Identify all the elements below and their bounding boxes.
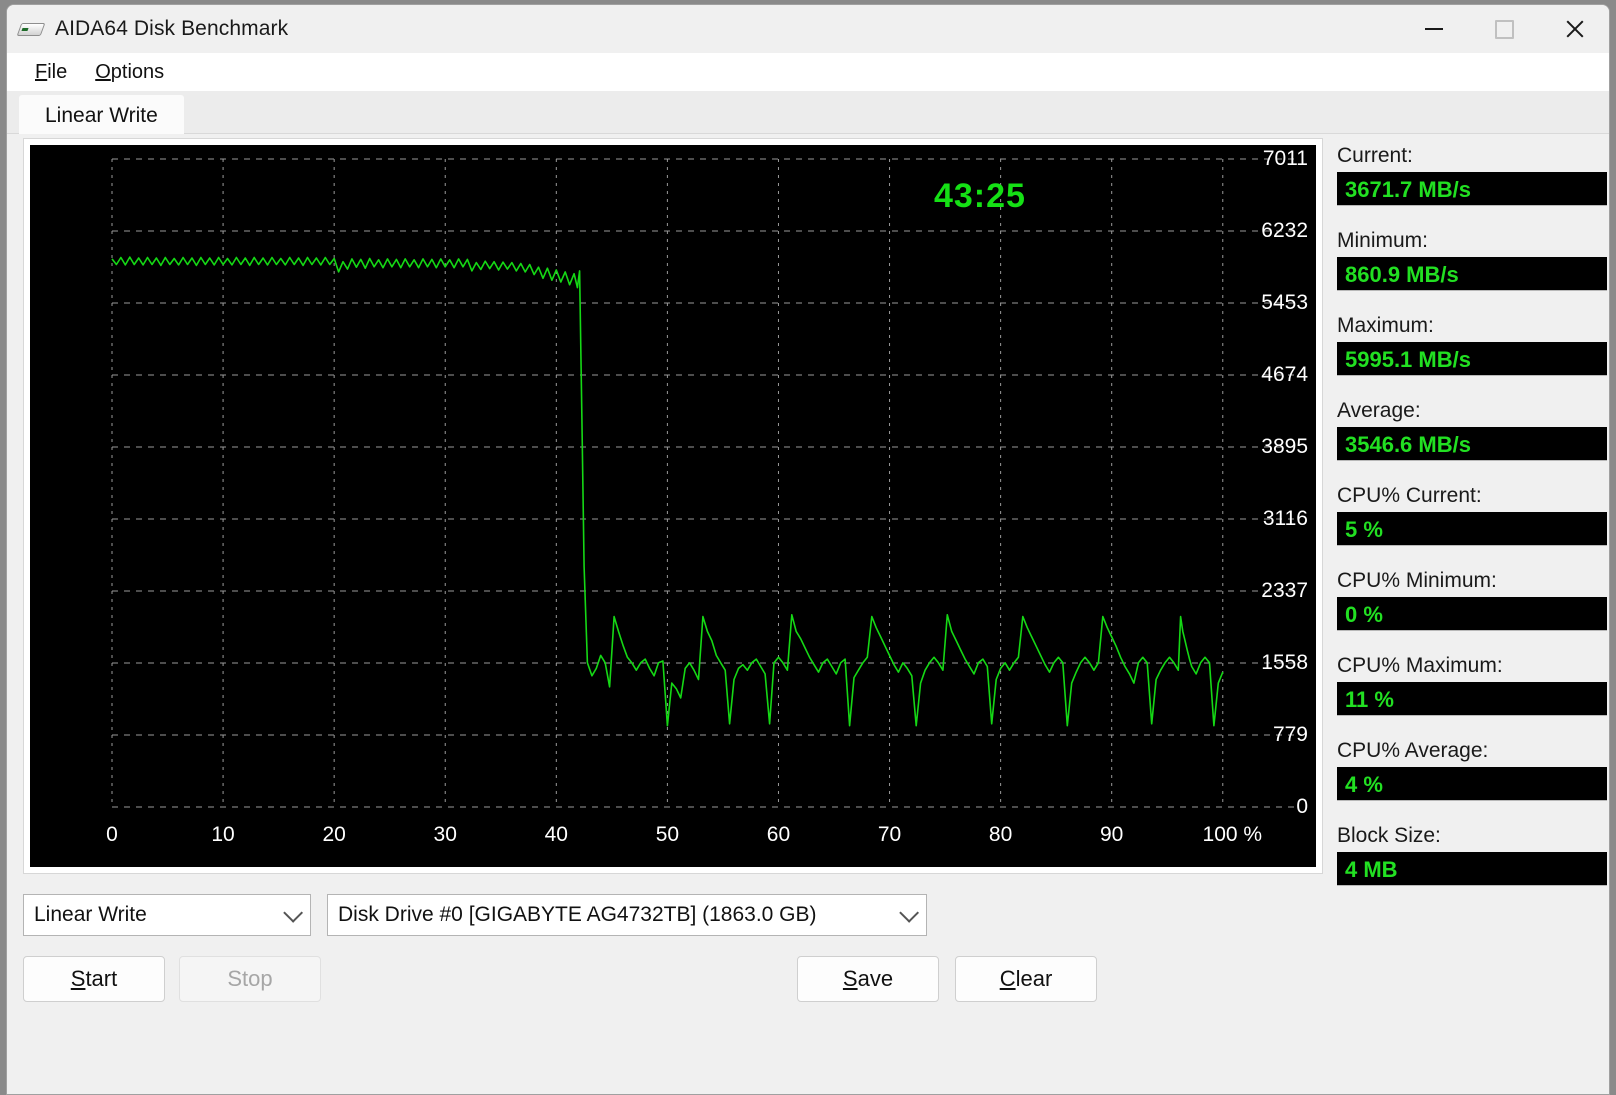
stat-label-cpu-current: CPU% Current: bbox=[1337, 484, 1482, 507]
stats-panel: Current: 3671.7 MB/s Minimum: 860.9 MB/s Max… bbox=[1337, 144, 1607, 909]
stat-value-cpu-current: 5 % bbox=[1337, 512, 1607, 546]
y-axis-tick-label: 2337 bbox=[1261, 579, 1308, 602]
stat-block-minimum: Minimum: 860.9 MB/s bbox=[1337, 229, 1607, 291]
stat-value-block-size: 4 MB bbox=[1337, 852, 1607, 886]
chart-panel: MB/s 43:25 07791558233731163895467454536… bbox=[23, 138, 1323, 874]
stat-block-average: Average: 3546.6 MB/s bbox=[1337, 399, 1607, 461]
x-axis-tick-label: 90 bbox=[1100, 823, 1124, 846]
linear-write-chart[interactable]: MB/s 43:25 07791558233731163895467454536… bbox=[30, 145, 1316, 867]
x-axis-tick-label: 80 bbox=[988, 823, 1013, 846]
stat-block-cpu-current: CPU% Current: 5 % bbox=[1337, 484, 1607, 546]
app-window: AIDA64 Disk Benchmark File Options Linea… bbox=[6, 4, 1610, 1095]
maximize-icon bbox=[1494, 19, 1514, 39]
x-axis-tick-label: 30 bbox=[433, 823, 457, 846]
disk-icon bbox=[16, 19, 46, 39]
title-bar: AIDA64 Disk Benchmark bbox=[7, 5, 1609, 53]
stat-label-cpu-minimum: CPU% Minimum: bbox=[1337, 569, 1497, 592]
minimize-button[interactable] bbox=[1399, 5, 1469, 53]
stat-value-maximum: 5995.1 MB/s bbox=[1337, 342, 1607, 376]
stat-value-minimum: 860.9 MB/s bbox=[1337, 257, 1607, 291]
y-axis-tick-label: 779 bbox=[1272, 723, 1308, 746]
menu-bar: File Options bbox=[7, 53, 1609, 91]
stat-label-maximum: Maximum: bbox=[1337, 314, 1434, 337]
drive-value: Disk Drive #0 [GIGABYTE AG4732TB] (1863.… bbox=[338, 903, 817, 926]
stat-label-minimum: Minimum: bbox=[1337, 229, 1429, 252]
drive-select[interactable]: Disk Drive #0 [GIGABYTE AG4732TB] (1863.… bbox=[327, 894, 927, 936]
y-axis-tick-label: 4674 bbox=[1261, 363, 1308, 386]
tab-label: Linear Write bbox=[45, 104, 158, 127]
close-button[interactable] bbox=[1539, 5, 1609, 53]
x-axis-tick-label: 70 bbox=[877, 823, 902, 846]
stat-block-cpu-minimum: CPU% Minimum: 0 % bbox=[1337, 569, 1607, 631]
save-button[interactable]: Save bbox=[797, 956, 939, 1002]
action-buttons-row: Start Stop Save Clear bbox=[23, 956, 1323, 1006]
chevron-down-icon bbox=[899, 902, 920, 923]
x-axis-tick-label: 100 % bbox=[1202, 823, 1263, 846]
close-icon bbox=[1564, 19, 1584, 39]
stat-block-block-size: Block Size: 4 MB bbox=[1337, 824, 1607, 886]
stop-button: Stop bbox=[179, 956, 321, 1002]
stat-block-cpu-maximum: CPU% Maximum: 11 % bbox=[1337, 654, 1607, 716]
test-mode-value: Linear Write bbox=[34, 903, 147, 926]
clear-label-rest: lear bbox=[1015, 966, 1053, 991]
maximize-button[interactable] bbox=[1469, 5, 1539, 53]
menu-item-options[interactable]: Options bbox=[81, 57, 178, 88]
tab-linear-write[interactable]: Linear Write bbox=[19, 95, 184, 137]
y-axis-tick-label: 1558 bbox=[1261, 651, 1308, 674]
y-axis-tick-label: 3895 bbox=[1261, 435, 1308, 458]
body-area: MB/s 43:25 07791558233731163895467454536… bbox=[7, 134, 1609, 1094]
stat-label-cpu-maximum: CPU% Maximum: bbox=[1337, 654, 1503, 677]
start-button[interactable]: Start bbox=[23, 956, 165, 1002]
start-label-rest: tart bbox=[85, 966, 118, 991]
x-axis-tick-label: 0 bbox=[106, 823, 118, 846]
stat-value-cpu-minimum: 0 % bbox=[1337, 597, 1607, 631]
stat-label-block-size: Block Size: bbox=[1337, 824, 1441, 847]
stat-value-current: 3671.7 MB/s bbox=[1337, 172, 1607, 206]
x-axis-tick-label: 10 bbox=[211, 823, 235, 846]
test-mode-select[interactable]: Linear Write bbox=[23, 894, 311, 936]
save-label-rest: ave bbox=[857, 966, 894, 991]
stat-label-current: Current: bbox=[1337, 144, 1413, 167]
stat-value-cpu-average: 4 % bbox=[1337, 767, 1607, 801]
chart-svg bbox=[111, 158, 1300, 808]
x-axis-tick-label: 50 bbox=[655, 823, 680, 846]
selectors-row: Linear Write Disk Drive #0 [GIGABYTE AG4… bbox=[23, 894, 1323, 938]
elapsed-timer: 43:25 bbox=[933, 177, 1026, 215]
stat-block-maximum: Maximum: 5995.1 MB/s bbox=[1337, 314, 1607, 376]
stat-value-average: 3546.6 MB/s bbox=[1337, 427, 1607, 461]
x-axis-tick-label: 60 bbox=[766, 823, 791, 846]
chevron-down-icon bbox=[283, 902, 304, 923]
y-axis-tick-label: 7011 bbox=[1262, 147, 1308, 170]
y-axis-tick-label: 0 bbox=[1296, 795, 1308, 818]
minimize-icon bbox=[1425, 28, 1443, 30]
x-axis-tick-label: 40 bbox=[544, 823, 568, 846]
stat-label-cpu-average: CPU% Average: bbox=[1337, 739, 1489, 762]
menu-file-rest: ile bbox=[47, 60, 68, 83]
stat-block-current: Current: 3671.7 MB/s bbox=[1337, 144, 1607, 206]
window-title: AIDA64 Disk Benchmark bbox=[55, 17, 289, 40]
tab-strip: Linear Write bbox=[7, 91, 1609, 137]
window-controls bbox=[1399, 5, 1609, 53]
y-axis-tick-label: 5453 bbox=[1261, 291, 1308, 314]
stat-label-average: Average: bbox=[1337, 399, 1421, 422]
x-axis-tick-label: 20 bbox=[322, 823, 346, 846]
stat-value-cpu-maximum: 11 % bbox=[1337, 682, 1607, 716]
menu-options-rest: ptions bbox=[110, 60, 165, 83]
menu-item-file[interactable]: File bbox=[21, 57, 81, 88]
stop-label: Stop bbox=[227, 966, 273, 991]
y-axis-tick-label: 6232 bbox=[1261, 219, 1308, 242]
y-axis-tick-label: 3116 bbox=[1262, 507, 1308, 530]
stat-block-cpu-average: CPU% Average: 4 % bbox=[1337, 739, 1607, 801]
clear-button[interactable]: Clear bbox=[955, 956, 1097, 1002]
